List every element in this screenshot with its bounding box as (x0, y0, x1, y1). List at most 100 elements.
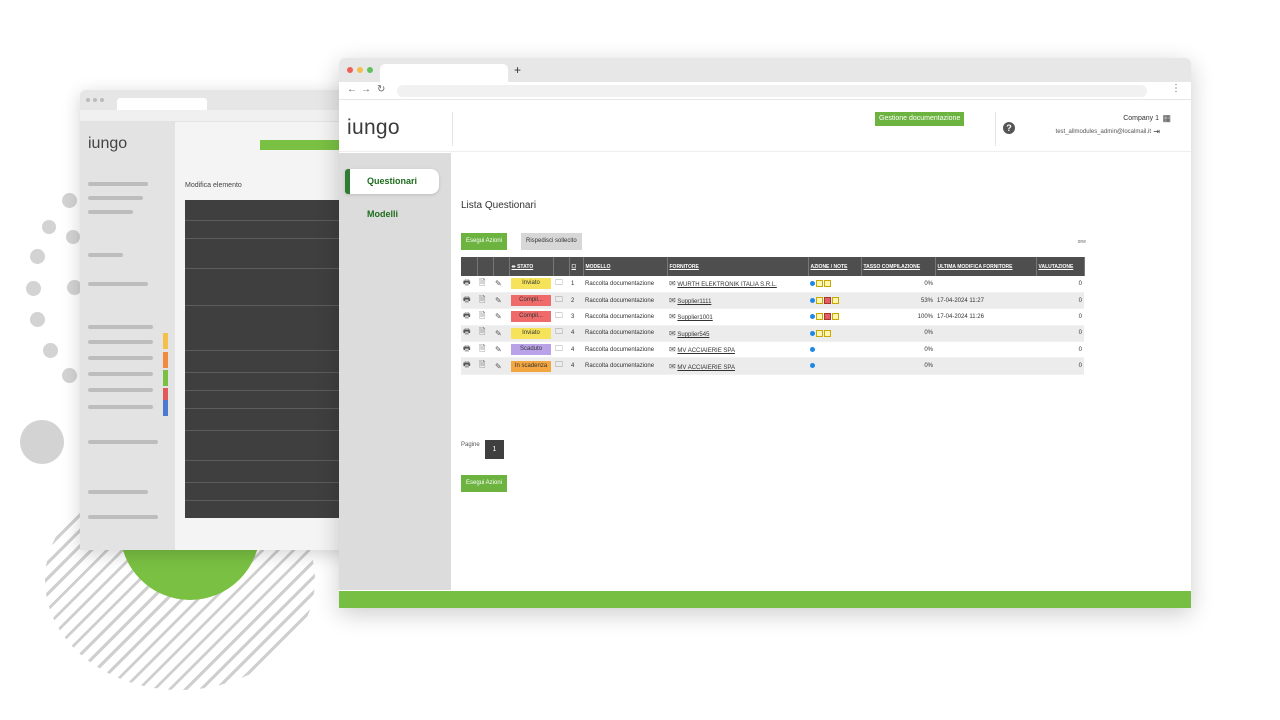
background-window: iungo Modifica elemento (80, 90, 350, 550)
app-logo[interactable]: iungo (347, 116, 400, 140)
view-selector[interactable]: one (1078, 239, 1086, 245)
note-icon[interactable] (816, 280, 823, 288)
edit-icon[interactable]: ✎ (495, 312, 502, 321)
pdf-icon[interactable]: 🗎 (479, 310, 485, 324)
azioni-cell (808, 341, 861, 359)
mail-icon[interactable]: ✉ (669, 296, 676, 305)
esegui-azioni-bottom-button[interactable]: Esegui Azioni (461, 475, 508, 492)
pdf-icon[interactable]: 🗎 (479, 294, 485, 308)
background-row-divider (185, 238, 345, 239)
reload-icon[interactable]: ↻ (377, 84, 385, 95)
pdf-icon[interactable]: 🗎 (479, 343, 485, 357)
sidebar-item-questionari[interactable]: Questionari (345, 169, 439, 194)
gestione-documentazione-button[interactable]: Gestione documentazione (875, 112, 965, 126)
edit-icon[interactable]: ✎ (495, 345, 502, 354)
status-badge: Compil... (511, 295, 551, 307)
background-row-divider (185, 268, 345, 269)
edit-icon[interactable]: ✎ (495, 362, 502, 371)
table-row[interactable]: 🖶 🗎 ✎ Inviato 🗀 4 Raccolta documentazione ✉ Sup… (461, 325, 1084, 343)
note-icon[interactable] (824, 297, 831, 305)
col-header-ultima-modifica[interactable]: ULTIMA MODIFICA FORNITORE (935, 257, 1037, 276)
checkbox-icon[interactable]: ☐ (572, 264, 576, 270)
table-row[interactable]: 🖶 🗎 ✎ Compil... 🗀 2 Raccolta documentazione ✉ S… (461, 292, 1084, 310)
table-row[interactable]: 🖶 🗎 ✎ Inviato 🗀 1 Raccolta documentazione ✉ WUR… (461, 276, 1084, 293)
fornitore-link[interactable]: MV ACCIAIERIE SPA (677, 365, 735, 371)
mail-icon[interactable]: ✉ (669, 362, 676, 371)
pdf-icon[interactable]: 🗎 (479, 326, 485, 340)
edit-icon[interactable]: ✎ (495, 279, 502, 288)
table-row[interactable]: 🖶 🗎 ✎ Scaduto 🗀 4 Raccolta documentazione ✉ MV … (461, 341, 1084, 359)
col-header-tasso[interactable]: TASSO COMPILAZIONE (861, 257, 936, 276)
mail-icon[interactable]: ✉ (669, 329, 676, 338)
fornitore-link[interactable]: MV ACCIAIERIE SPA (677, 348, 735, 354)
ultima-modifica-cell: 17-04-2024 11:27 (935, 292, 1036, 310)
table-row[interactable]: 🖶 🗎 ✎ In scadenza 🗀 4 Raccolta documentazione ✉… (461, 357, 1084, 375)
note-icon[interactable] (832, 313, 839, 321)
col-header-fornitore[interactable]: FORNITORE (667, 257, 809, 276)
print-icon[interactable]: 🖶 (463, 294, 471, 308)
ultima-modifica-cell (935, 276, 1036, 293)
sidebar-item-modelli[interactable]: Modelli (345, 202, 439, 227)
fornitore-link[interactable]: WURTH ELEKTRONIK ITALIA S.R.L. (677, 282, 776, 288)
note-icon[interactable] (816, 313, 823, 321)
forward-arrow-icon[interactable]: → (361, 84, 371, 95)
note-icon[interactable] (816, 329, 823, 337)
fornitore-link[interactable]: Supplier545 (677, 332, 709, 338)
rispedisci-sollecito-button[interactable]: Rispedisci sollecito (521, 233, 582, 250)
folder-icon[interactable]: 🗀 (555, 343, 563, 357)
fornitore-link[interactable]: Supplier1001 (677, 315, 712, 321)
browser-tab[interactable] (380, 64, 508, 82)
table-row[interactable]: 🖶 🗎 ✎ Compil... 🗀 3 Raccolta documentazione ✉ S… (461, 308, 1084, 326)
company-name[interactable]: Company 1 (1123, 115, 1159, 122)
mail-icon[interactable]: ✉ (669, 279, 676, 288)
folder-icon[interactable]: 🗀 (555, 294, 563, 308)
col-header-valutazione[interactable]: VALUTAZIONE (1036, 257, 1085, 276)
background-line (88, 196, 143, 200)
tasso-cell: 0% (861, 357, 935, 375)
help-icon[interactable]: ? (1003, 122, 1015, 134)
building-icon[interactable]: ▦ (1162, 113, 1171, 124)
note-icon[interactable] (816, 297, 823, 305)
edit-icon[interactable]: ✎ (495, 296, 502, 305)
edit-icon[interactable]: ✎ (495, 329, 502, 338)
close-dot-icon[interactable] (347, 67, 353, 73)
status-badge: In scadenza (511, 360, 551, 372)
print-icon[interactable]: 🖶 (463, 343, 471, 357)
note-icon[interactable] (824, 313, 831, 321)
col-header-modello[interactable]: MODELLO (583, 257, 668, 276)
new-tab-icon[interactable]: + (514, 63, 521, 77)
browser-menu-icon[interactable]: ⋮ (1171, 83, 1181, 94)
print-icon[interactable]: 🖶 (463, 359, 471, 373)
modello-cell: Raccolta documentazione (583, 308, 667, 326)
minimize-dot-icon[interactable] (357, 67, 363, 73)
print-icon[interactable]: 🖶 (463, 277, 471, 291)
back-arrow-icon[interactable]: ← (347, 84, 357, 95)
note-icon[interactable] (824, 329, 831, 337)
pdf-icon[interactable]: 🗎 (479, 359, 485, 373)
folder-icon[interactable]: 🗀 (555, 326, 563, 340)
folder-icon[interactable]: 🗀 (555, 310, 563, 324)
esegui-azioni-button[interactable]: Esegui Azioni (461, 233, 508, 250)
col-header-azioni[interactable]: AZIONE / NOTE (808, 257, 862, 276)
row-number: 3 (569, 308, 583, 326)
note-icon[interactable] (824, 280, 831, 288)
background-row-divider (185, 408, 345, 409)
address-bar[interactable] (397, 85, 1147, 97)
tasso-cell: 0% (861, 276, 935, 293)
mail-icon[interactable]: ✉ (669, 345, 676, 354)
header-divider (995, 112, 996, 146)
print-icon[interactable]: 🖶 (463, 310, 471, 324)
mail-icon[interactable]: ✉ (669, 312, 676, 321)
page-button[interactable]: 1 (485, 440, 504, 459)
pdf-icon[interactable]: 🗎 (479, 277, 485, 291)
note-icon[interactable] (832, 297, 839, 305)
fornitore-link[interactable]: Supplier1111 (677, 299, 711, 305)
col-header-folder (553, 257, 570, 276)
col-header-stato[interactable]: ⇹ STATO (509, 257, 554, 276)
print-icon[interactable]: 🖶 (463, 326, 471, 340)
folder-icon[interactable]: 🗀 (555, 359, 563, 373)
logout-icon[interactable]: ⇥ (1153, 127, 1160, 136)
folder-icon[interactable]: 🗀 (555, 277, 563, 291)
row-number: 2 (569, 292, 583, 310)
maximize-dot-icon[interactable] (367, 67, 373, 73)
